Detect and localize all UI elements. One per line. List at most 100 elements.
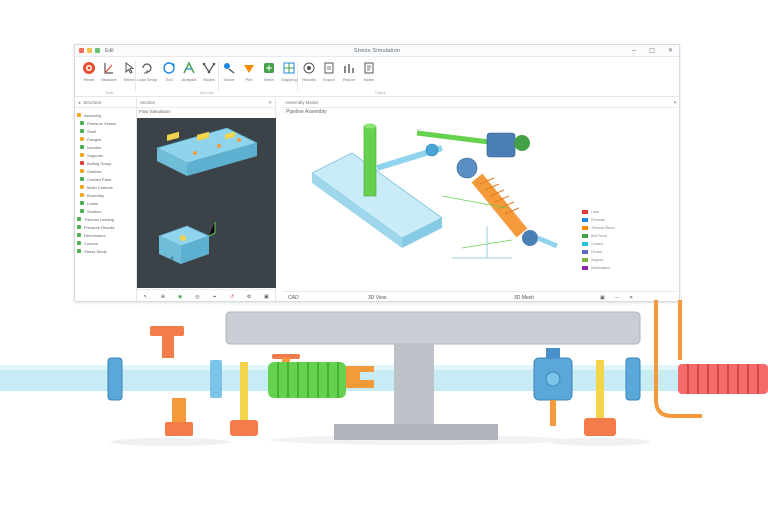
- tree-item-label: Assembly: [84, 112, 102, 118]
- record-tool-icon[interactable]: ◉: [177, 293, 184, 300]
- legend-label: Friction: [591, 250, 603, 254]
- notes-icon: [362, 60, 377, 75]
- orange-fitting-stem: [162, 336, 174, 358]
- block-model-upper: [155, 127, 259, 176]
- tree-item[interactable]: Loads: [77, 199, 136, 207]
- section-viewport: Section ✕ Flow Simulation ↖ ⊕ ◉ ◎ ⌖ ↺ ⚙ …: [137, 98, 276, 303]
- legend-row: Support: [582, 256, 634, 264]
- tree-item-label: Pressure Vessel: [87, 120, 116, 126]
- settings-tool-icon[interactable]: ⚙: [246, 293, 253, 300]
- tree-list: Assembly Pressure Vessel Shell Flanges Nozzl…: [75, 108, 136, 255]
- tree-item[interactable]: Stress Study: [77, 247, 136, 255]
- orange-stand-base: [165, 422, 193, 436]
- riser-base: [584, 418, 616, 436]
- tree-node-icon: [80, 161, 84, 165]
- ribbon-group-label: Tools: [105, 91, 114, 95]
- tree-item[interactable]: Supports: [77, 151, 136, 159]
- ribbon-group-label: Output: [375, 91, 386, 95]
- legend-label: Pressure: [591, 218, 606, 222]
- tree-item[interactable]: Gaskets: [77, 167, 136, 175]
- tree-node-icon: [77, 233, 81, 237]
- tree-item-label: Gaskets: [87, 168, 102, 174]
- viewport-caption: Flow Simulation: [139, 109, 171, 114]
- tree-node-icon: [80, 153, 84, 157]
- close-panel-icon[interactable]: ✕: [268, 100, 272, 106]
- legend-label: Load: [591, 210, 599, 214]
- tree-item-label: Supports: [87, 152, 104, 158]
- ribbon-notes-button[interactable]: Notes: [355, 60, 383, 82]
- section-header: Section ✕: [137, 98, 275, 108]
- legend-swatch: [582, 250, 588, 254]
- block-model-lower: [157, 222, 216, 264]
- yellow-valve-stem: [240, 362, 248, 422]
- left-flange: [107, 357, 123, 401]
- tree-item[interactable]: Assembly: [77, 111, 136, 119]
- legend-swatch: [582, 234, 588, 238]
- tree-node-icon: [80, 169, 84, 173]
- assembly-3d-canvas[interactable]: —: [282, 118, 582, 290]
- tree-item[interactable]: Shell: [77, 127, 136, 135]
- tree-item[interactable]: Contour: [77, 239, 136, 247]
- svg-text:—: —: [417, 126, 421, 131]
- tree-node-icon: [80, 185, 84, 189]
- orange-stand: [172, 398, 186, 424]
- tree-item[interactable]: Flanges: [77, 135, 136, 143]
- tree-item[interactable]: Nozzles: [77, 143, 136, 151]
- tree-header: ◂ Structure: [75, 98, 136, 108]
- pointer-tool-icon[interactable]: ↖: [142, 293, 149, 300]
- legend-swatch: [582, 210, 588, 214]
- blue-valve-cap: [545, 371, 561, 387]
- tree-node-icon: [77, 241, 81, 245]
- tree-item[interactable]: Pressure Vessel: [77, 119, 136, 127]
- add-tool-icon[interactable]: ⊕: [159, 293, 166, 300]
- tree-item[interactable]: Deformation: [77, 231, 136, 239]
- collapse-icon[interactable]: ◂: [78, 100, 80, 106]
- valve-base: [230, 420, 258, 436]
- legend-row: Contact: [582, 240, 634, 248]
- tree-item[interactable]: Mesh Controls: [77, 183, 136, 191]
- crosshair-tool-icon[interactable]: ⌖: [211, 293, 218, 300]
- legend-row: Load: [582, 208, 634, 216]
- tree-node-icon: [77, 225, 81, 229]
- blue-valve-top: [546, 348, 560, 358]
- assembly-header: Assembly Model ✕: [282, 98, 680, 108]
- frame-tool-icon[interactable]: ▣: [263, 293, 270, 300]
- tree-item-label: Pressure Results: [84, 224, 115, 230]
- tree-item[interactable]: Bolting Group: [77, 159, 136, 167]
- tree-item-label: Shell: [87, 128, 96, 134]
- legend-row: Friction: [582, 248, 634, 256]
- support-column: [394, 344, 434, 424]
- tree-node-icon: [80, 129, 84, 133]
- tree-item[interactable]: Solution: [77, 207, 136, 215]
- tree-node-icon: [80, 209, 84, 213]
- tree-item[interactable]: Thermal Loading: [77, 215, 136, 223]
- maximize-icon[interactable]: □: [649, 47, 655, 54]
- title-bar: Edit Stress Simulation − □ ✕: [75, 45, 679, 57]
- loop-icon: [140, 60, 155, 75]
- rotate-tool-icon[interactable]: ↺: [228, 293, 235, 300]
- tree-node-icon: [80, 121, 84, 125]
- target-tool-icon[interactable]: ◎: [194, 293, 201, 300]
- tree-node-icon: [77, 113, 81, 117]
- tree-node-icon: [77, 249, 81, 253]
- close-panel-icon[interactable]: ✕: [673, 100, 677, 106]
- dark-3d-canvas[interactable]: [137, 118, 276, 288]
- orange-fitting: [150, 326, 184, 336]
- legend-swatch: [582, 242, 588, 246]
- close-icon[interactable]: ✕: [668, 47, 673, 54]
- results-legend: Load Pressure Thermal Stress Bolt Force Cont…: [582, 208, 634, 272]
- tree-item[interactable]: Pressure Results: [77, 223, 136, 231]
- tree-item-label: Loads: [87, 200, 98, 206]
- app-window: Edit Stress Simulation − □ ✕ Reset Measu…: [74, 44, 680, 303]
- legend-row: Pressure: [582, 216, 634, 224]
- legend-swatch: [582, 218, 588, 222]
- legend-label: Bolt Force: [591, 234, 607, 238]
- pipeline-illustration: [0, 300, 768, 446]
- minimize-icon[interactable]: −: [631, 47, 636, 54]
- tree-item-label: Deformation: [84, 232, 106, 238]
- tree-item-label: Mesh Controls: [87, 184, 113, 190]
- viewport-caption: Pipeline Assembly: [286, 109, 327, 115]
- model-tree-panel: ◂ Structure Assembly Pressure Vessel Shell…: [75, 98, 137, 303]
- tree-item[interactable]: Contact Pairs: [77, 175, 136, 183]
- tree-item[interactable]: Boundary: [77, 191, 136, 199]
